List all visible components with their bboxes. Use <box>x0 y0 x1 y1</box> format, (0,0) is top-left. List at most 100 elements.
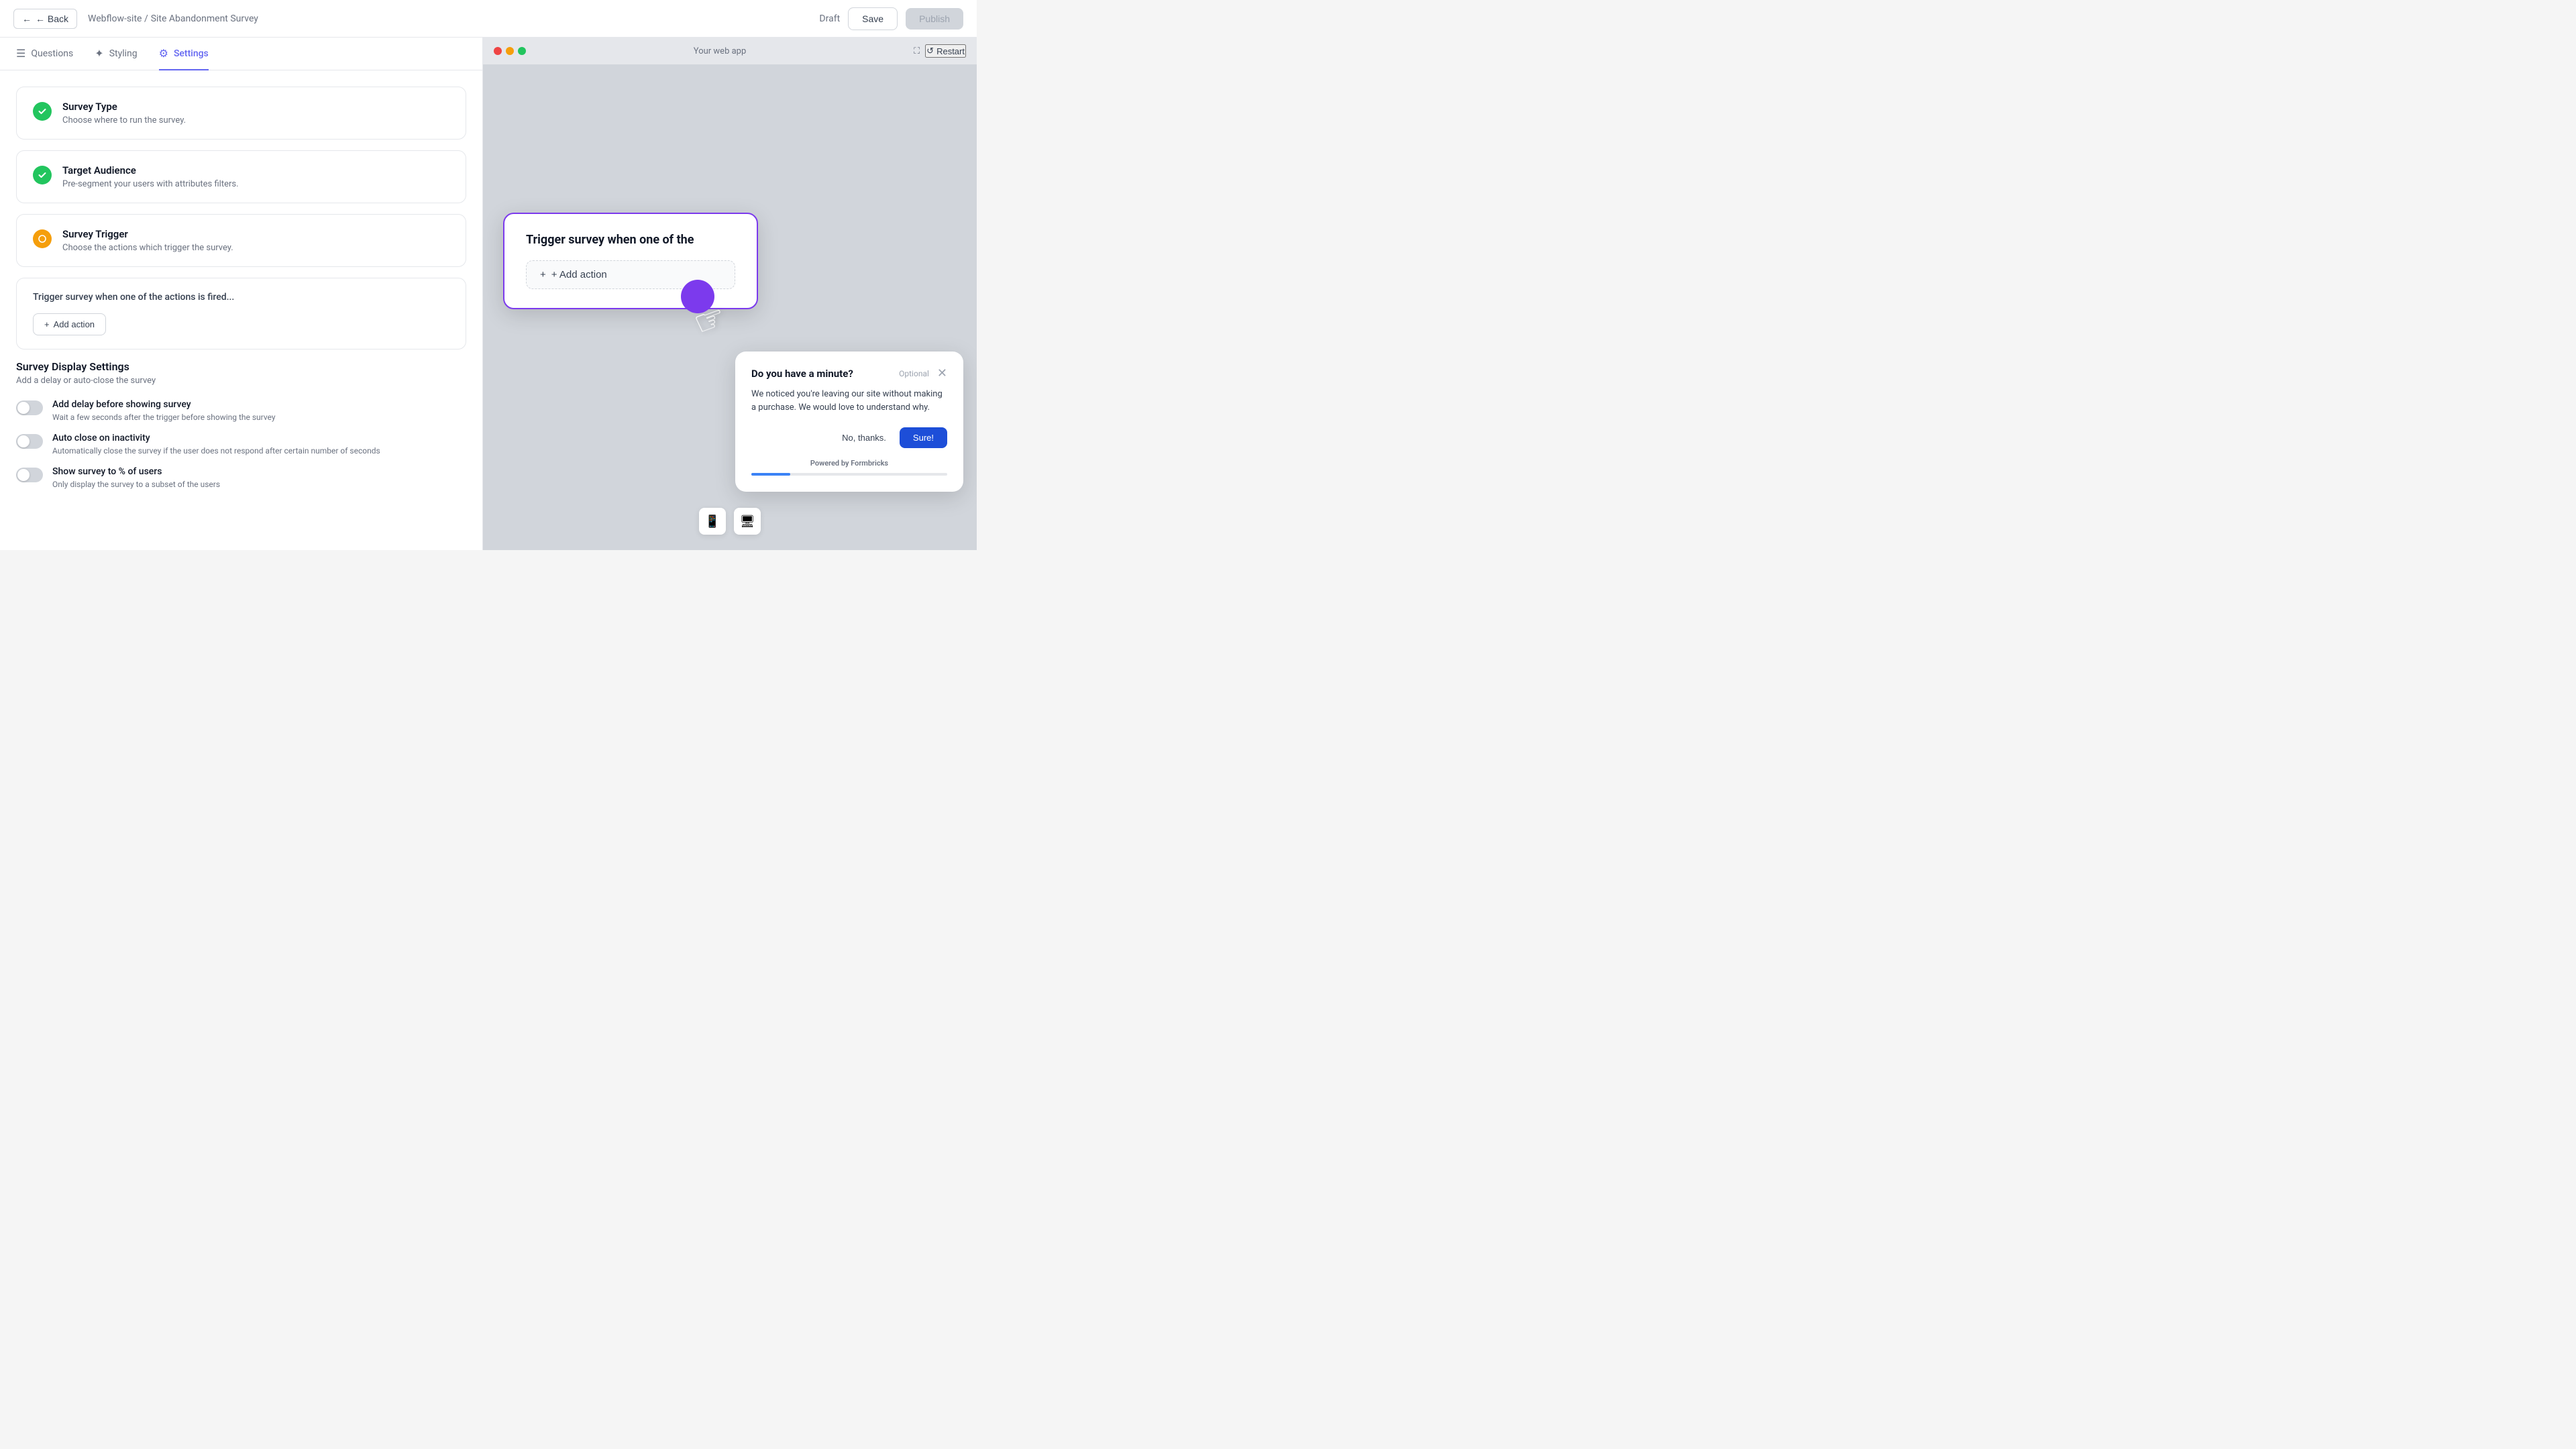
toggle-autoclose: Auto close on inactivity Automatically c… <box>16 433 466 455</box>
autoclose-toggle[interactable] <box>16 434 43 449</box>
save-button[interactable]: Save <box>848 7 898 30</box>
tooltip-add-button[interactable]: + + Add action <box>526 260 735 289</box>
survey-popup-body: We noticed you're leaving our site witho… <box>751 388 947 414</box>
progress-bar <box>751 473 947 476</box>
settings-content: Survey Type Choose where to run the surv… <box>0 70 482 550</box>
tooltip-title: Trigger survey when one of the <box>526 233 735 247</box>
percentage-title: Show survey to % of users <box>52 466 220 477</box>
trigger-tooltip-overlay: Trigger survey when one of the + + Add a… <box>503 213 758 309</box>
mobile-view-button[interactable]: 📱 <box>699 508 726 535</box>
survey-popup-title-area: Do you have a minute? <box>751 368 853 380</box>
survey-trigger-title: Survey Trigger <box>62 228 233 240</box>
tab-bar: ☰ Questions ✦ Styling ⚙ Settings <box>0 38 482 70</box>
restart-icon: ↺ <box>926 46 934 56</box>
survey-close-button[interactable]: ✕ <box>937 368 947 380</box>
delay-toggle[interactable] <box>16 400 43 415</box>
settings-icon: ⚙ <box>159 47 168 60</box>
display-settings-subtitle: Add a delay or auto-close the survey <box>16 376 466 386</box>
styling-icon: ✦ <box>95 47 103 60</box>
tab-settings-label: Settings <box>174 48 209 59</box>
display-settings-title: Survey Display Settings <box>16 360 466 373</box>
dot-red <box>494 47 502 55</box>
survey-optional-label: Optional <box>899 369 929 378</box>
tab-questions-label: Questions <box>31 48 73 59</box>
main-layout: ☰ Questions ✦ Styling ⚙ Settings <box>0 38 977 550</box>
target-audience-description: Pre-segment your users with attributes f… <box>62 179 239 189</box>
tab-styling[interactable]: ✦ Styling <box>95 38 137 70</box>
toggle-percentage: Show survey to % of users Only display t… <box>16 466 466 489</box>
target-audience-info: Target Audience Pre-segment your users w… <box>62 164 239 189</box>
tab-styling-label: Styling <box>109 48 138 59</box>
browser-chrome: Your web app ⛶ ↺ Restart <box>483 38 977 65</box>
survey-trigger-info: Survey Trigger Choose the actions which … <box>62 228 233 253</box>
percentage-info: Show survey to % of users Only display t… <box>52 466 220 489</box>
header-actions: Draft Save Publish <box>819 7 963 30</box>
tooltip-add-label: + Add action <box>551 269 607 280</box>
browser-actions: ⛶ ↺ Restart <box>914 44 966 58</box>
survey-type-check <box>33 102 52 121</box>
device-toggle: 📱 🖥 <box>699 508 761 535</box>
target-audience-title: Target Audience <box>62 164 239 176</box>
draft-status: Draft <box>819 13 840 24</box>
survey-popup: Do you have a minute? Optional ✕ We noti… <box>735 352 963 492</box>
preview-area: Trigger survey when one of the + + Add a… <box>483 65 977 545</box>
autoclose-description: Automatically close the survey if the us… <box>52 446 380 455</box>
back-label: ← Back <box>36 13 68 24</box>
breadcrumb-current: Site Abandonment Survey <box>151 13 258 24</box>
restart-label: Restart <box>936 46 965 56</box>
survey-trigger-description: Choose the actions which trigger the sur… <box>62 243 233 253</box>
display-settings-section: Survey Display Settings Add a delay or a… <box>16 360 466 489</box>
tab-questions[interactable]: ☰ Questions <box>16 38 73 70</box>
progress-fill <box>751 473 790 476</box>
restart-button[interactable]: ↺ Restart <box>925 44 966 58</box>
target-audience-check <box>33 166 52 184</box>
percentage-description: Only display the survey to a subset of t… <box>52 480 220 489</box>
delay-description: Wait a few seconds after the trigger bef… <box>52 413 276 422</box>
tooltip-plus-icon: + <box>540 269 546 280</box>
browser-dots <box>494 47 526 55</box>
survey-popup-actions: No, thanks. Sure! <box>751 427 947 448</box>
sure-button[interactable]: Sure! <box>900 427 947 448</box>
no-thanks-button[interactable]: No, thanks. <box>837 427 892 448</box>
survey-popup-header: Do you have a minute? Optional ✕ <box>751 368 947 380</box>
back-arrow-icon: ← <box>22 13 32 24</box>
left-panel: ☰ Questions ✦ Styling ⚙ Settings <box>0 38 483 550</box>
breadcrumb: Webflow-site / Site Abandonment Survey <box>88 13 258 24</box>
autoclose-info: Auto close on inactivity Automatically c… <box>52 433 380 455</box>
delay-info: Add delay before showing survey Wait a f… <box>52 399 276 422</box>
add-icon: + <box>44 319 50 329</box>
trigger-label: Trigger survey when one of the actions i… <box>33 292 449 303</box>
powered-by: Powered by Formbricks <box>751 459 947 468</box>
percentage-toggle[interactable] <box>16 468 43 482</box>
survey-trigger-check <box>33 229 52 248</box>
autoclose-title: Auto close on inactivity <box>52 433 380 443</box>
formbricks-brand: Formbricks <box>851 459 888 468</box>
tab-settings[interactable]: ⚙ Settings <box>159 38 209 70</box>
back-button[interactable]: ← ← Back <box>13 9 77 29</box>
desktop-view-button[interactable]: 🖥 <box>734 508 761 535</box>
publish-button[interactable]: Publish <box>906 8 963 30</box>
add-action-label: Add action <box>54 319 95 329</box>
delay-title: Add delay before showing survey <box>52 399 276 410</box>
browser-url-label: Your web app <box>694 46 746 56</box>
questions-icon: ☰ <box>16 47 25 60</box>
breadcrumb-parent[interactable]: Webflow-site / <box>88 13 148 24</box>
survey-popup-title: Do you have a minute? <box>751 368 853 380</box>
right-panel-preview: Your web app ⛶ ↺ Restart Trigger survey … <box>483 38 977 550</box>
survey-type-card[interactable]: Survey Type Choose where to run the surv… <box>16 87 466 140</box>
toggle-delay: Add delay before showing survey Wait a f… <box>16 399 466 422</box>
survey-type-info: Survey Type Choose where to run the surv… <box>62 101 186 125</box>
expand-icon: ⛶ <box>914 46 920 56</box>
dot-yellow <box>506 47 514 55</box>
survey-trigger-card[interactable]: Survey Trigger Choose the actions which … <box>16 214 466 267</box>
survey-type-description: Choose where to run the survey. <box>62 115 186 125</box>
dot-green <box>518 47 526 55</box>
pending-icon <box>38 234 47 244</box>
app-header: ← ← Back Webflow-site / Site Abandonment… <box>0 0 977 38</box>
target-audience-card[interactable]: Target Audience Pre-segment your users w… <box>16 150 466 203</box>
trigger-box: Trigger survey when one of the actions i… <box>16 278 466 350</box>
survey-type-title: Survey Type <box>62 101 186 113</box>
checkmark-icon <box>38 107 47 116</box>
add-action-button[interactable]: + Add action <box>33 313 106 335</box>
checkmark-icon-2 <box>38 170 47 180</box>
